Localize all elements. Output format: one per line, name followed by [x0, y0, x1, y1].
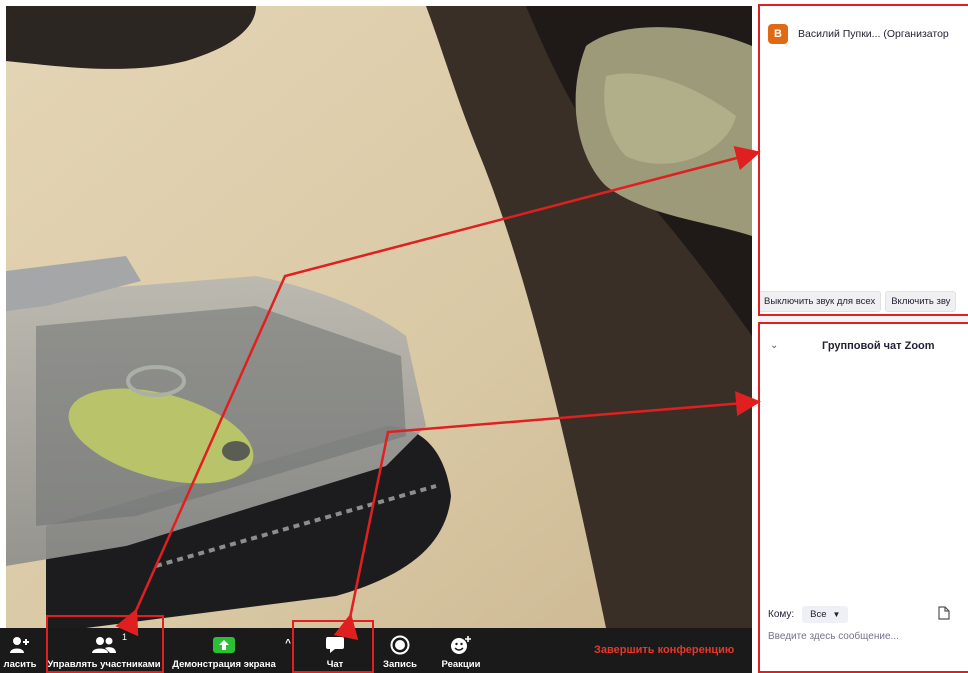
chat-button[interactable]: Чат — [310, 628, 360, 673]
file-icon[interactable] — [938, 606, 950, 623]
avatar: В — [768, 24, 788, 44]
video-image — [6, 6, 752, 628]
chat-label: Чат — [326, 659, 344, 670]
unmute-all-button[interactable]: Включить зву — [885, 291, 957, 312]
participants-panel: В Василий Пупки... (Организатор Выключит… — [758, 4, 968, 316]
participants-count: 1 — [121, 632, 127, 642]
record-label: Запись — [383, 659, 417, 670]
reactions-button[interactable]: Реакции — [436, 628, 486, 673]
record-icon — [390, 634, 410, 656]
share-options-caret[interactable]: ^ — [282, 628, 294, 673]
invite-button[interactable]: ласить — [0, 628, 40, 673]
end-meeting-button[interactable]: Завершить конференцию — [594, 628, 734, 673]
recipient-value: Все — [810, 609, 827, 620]
record-button[interactable]: Запись — [378, 628, 422, 673]
smiley-icon — [450, 634, 472, 656]
meeting-toolbar: ласить 1 Управлять участниками Демонстра… — [0, 628, 752, 673]
chat-icon — [325, 634, 345, 656]
participants-actions: Выключить звук для всех Включить зву — [760, 291, 957, 312]
participant-name: Василий Пупки... (Организатор — [798, 28, 949, 40]
share-screen-icon — [212, 634, 236, 656]
chat-panel: ⌄ Групповой чат Zoom Кому: Все ▼ — [758, 322, 968, 673]
manage-participants-label: Управлять участниками — [47, 659, 161, 670]
chat-title: Групповой чат Zoom — [822, 340, 935, 352]
chevron-down-icon[interactable]: ⌄ — [770, 340, 778, 351]
reactions-label: Реакции — [441, 659, 481, 670]
invite-label: ласить — [3, 659, 37, 670]
share-screen-button[interactable]: Демонстрация экрана — [168, 628, 280, 673]
add-person-icon — [10, 634, 30, 656]
participants-icon: 1 — [91, 632, 127, 656]
mute-all-button[interactable]: Выключить звук для всех — [760, 291, 882, 312]
chat-recipient-row: Кому: Все ▼ — [768, 606, 849, 623]
chat-message-input[interactable] — [766, 630, 968, 643]
to-label: Кому: — [768, 609, 795, 620]
chevron-up-icon: ^ — [285, 638, 291, 649]
video-feed — [6, 6, 752, 628]
manage-participants-button[interactable]: 1 Управлять участниками — [46, 628, 162, 673]
recipient-select[interactable]: Все ▼ — [802, 606, 849, 623]
share-screen-label: Демонстрация экрана — [172, 659, 276, 670]
participant-row[interactable]: В Василий Пупки... (Организатор — [768, 24, 949, 44]
chevron-down-icon: ▼ — [832, 610, 841, 619]
